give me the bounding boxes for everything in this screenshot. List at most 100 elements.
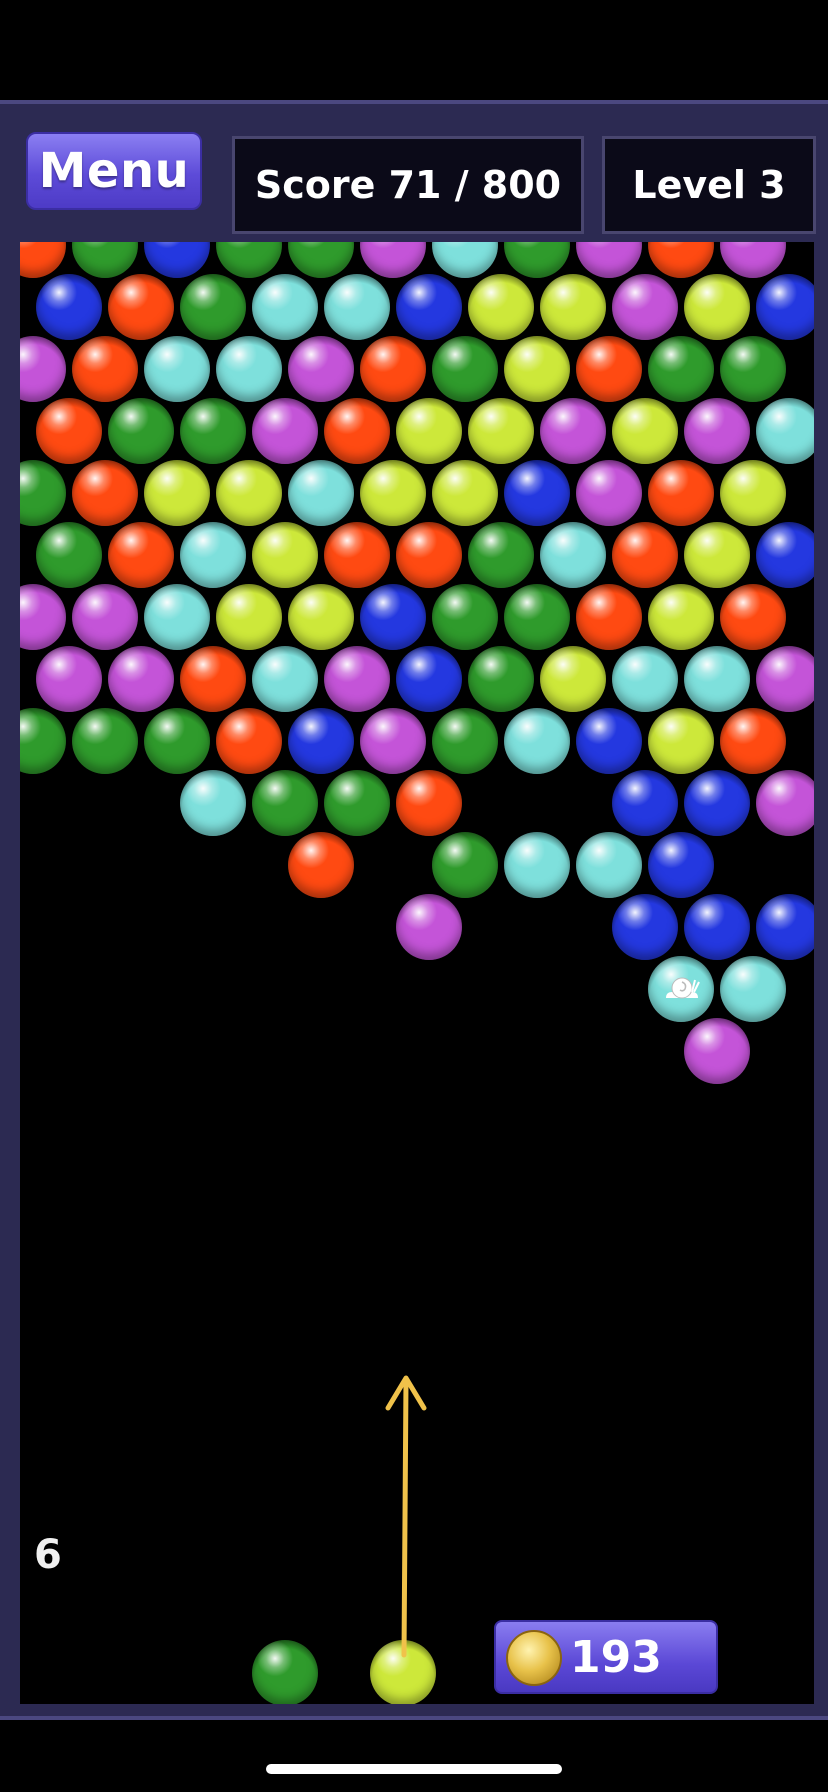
yellow-bubble	[252, 522, 318, 588]
cyan-bubble	[756, 398, 814, 464]
cyan-bubble	[540, 522, 606, 588]
yellow-bubble	[144, 460, 210, 526]
orange-bubble	[720, 708, 786, 774]
blue-bubble	[612, 894, 678, 960]
orange-bubble	[72, 460, 138, 526]
purple-bubble	[684, 1018, 750, 1084]
green-bubble	[180, 274, 246, 340]
green-bubble	[504, 242, 570, 278]
green-bubble	[20, 708, 66, 774]
purple-bubble	[20, 336, 66, 402]
yellow-bubble	[612, 398, 678, 464]
cyan-bubble	[576, 832, 642, 898]
green-bubble	[504, 584, 570, 650]
green-bubble	[324, 770, 390, 836]
orange-bubble	[180, 646, 246, 712]
purple-bubble	[396, 894, 462, 960]
cyan-bubble	[144, 584, 210, 650]
cyan-bubble	[432, 242, 498, 278]
yellow-bubble	[360, 460, 426, 526]
green-bubble	[72, 242, 138, 278]
purple-bubble	[72, 584, 138, 650]
cyan-bubble	[648, 956, 714, 1022]
orange-bubble	[288, 832, 354, 898]
orange-bubble	[720, 584, 786, 650]
blue-bubble	[504, 460, 570, 526]
yellow-bubble	[432, 460, 498, 526]
purple-bubble	[540, 398, 606, 464]
cyan-bubble	[324, 274, 390, 340]
yellow-bubble	[684, 274, 750, 340]
orange-bubble	[396, 770, 462, 836]
orange-bubble	[576, 584, 642, 650]
orange-bubble	[360, 336, 426, 402]
purple-bubble	[20, 584, 66, 650]
orange-bubble	[36, 398, 102, 464]
purple-bubble	[576, 460, 642, 526]
blue-bubble	[396, 274, 462, 340]
green-bubble	[20, 460, 66, 526]
blue-bubble	[684, 770, 750, 836]
blue-bubble	[36, 274, 102, 340]
yellow-bubble	[684, 522, 750, 588]
purple-bubble	[756, 770, 814, 836]
green-bubble	[432, 336, 498, 402]
orange-bubble	[324, 398, 390, 464]
cyan-bubble	[216, 336, 282, 402]
purple-bubble	[360, 708, 426, 774]
cyan-bubble	[144, 336, 210, 402]
yellow-bubble	[504, 336, 570, 402]
shots-remaining-counter: 6	[34, 1532, 62, 1578]
yellow-bubble	[648, 584, 714, 650]
blue-bubble	[288, 708, 354, 774]
aim-arrow	[385, 1375, 427, 1658]
level-display: Level 3	[602, 136, 816, 234]
orange-bubble	[20, 242, 66, 278]
green-bubble	[180, 398, 246, 464]
purple-bubble	[684, 398, 750, 464]
purple-bubble	[324, 646, 390, 712]
green-bubble	[468, 646, 534, 712]
home-indicator[interactable]	[266, 1764, 562, 1774]
orange-bubble	[612, 522, 678, 588]
purple-bubble	[756, 646, 814, 712]
purple-bubble	[252, 398, 318, 464]
score-display: Score 71 / 800	[232, 136, 584, 234]
purple-bubble	[36, 646, 102, 712]
purple-bubble	[576, 242, 642, 278]
cyan-bubble	[180, 522, 246, 588]
blue-bubble	[648, 832, 714, 898]
cyan-bubble	[288, 460, 354, 526]
green-bubble	[720, 336, 786, 402]
orange-bubble	[576, 336, 642, 402]
yellow-bubble	[216, 460, 282, 526]
green-bubble	[36, 522, 102, 588]
blue-bubble	[756, 894, 814, 960]
blue-bubble	[612, 770, 678, 836]
orange-bubble	[72, 336, 138, 402]
coin-icon	[506, 1630, 562, 1686]
purple-bubble	[108, 646, 174, 712]
purple-bubble	[360, 242, 426, 278]
blue-bubble	[576, 708, 642, 774]
purple-bubble	[720, 242, 786, 278]
purple-bubble	[612, 274, 678, 340]
green-bubble	[216, 242, 282, 278]
blue-bubble	[756, 274, 814, 340]
next-bubble[interactable]	[252, 1640, 318, 1704]
yellow-bubble	[288, 584, 354, 650]
cyan-bubble	[504, 708, 570, 774]
cyan-bubble	[612, 646, 678, 712]
cyan-bubble	[720, 956, 786, 1022]
purple-bubble	[288, 336, 354, 402]
blue-bubble	[144, 242, 210, 278]
yellow-bubble	[396, 398, 462, 464]
coin-count: 193	[570, 1632, 662, 1683]
orange-bubble	[648, 242, 714, 278]
green-bubble	[108, 398, 174, 464]
orange-bubble	[108, 274, 174, 340]
coin-balance[interactable]: 193	[494, 1620, 718, 1694]
menu-button[interactable]: Menu	[26, 132, 202, 210]
green-bubble	[432, 832, 498, 898]
cyan-bubble	[504, 832, 570, 898]
